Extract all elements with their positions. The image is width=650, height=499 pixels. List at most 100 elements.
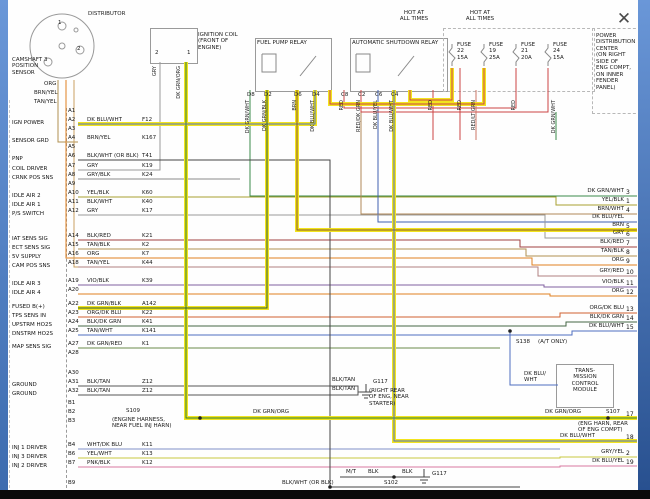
pcm-circuit-code: K167 xyxy=(142,135,156,141)
pcm-pin: B6 xyxy=(68,451,75,457)
brn-wht-row4 xyxy=(361,90,637,214)
hot-label: HOT AT ALL TIMES xyxy=(466,10,494,23)
pcm-wire-label: ORG xyxy=(87,251,99,257)
pcm-pin: A1 xyxy=(68,108,75,114)
pcm-circuit-code: K44 xyxy=(142,260,153,266)
pcm-circuit-code: K22 xyxy=(142,310,153,316)
relay-pin: D2 xyxy=(264,92,272,98)
pcm-pin: A4 xyxy=(68,135,75,141)
right-wire-label: ORG xyxy=(556,257,624,263)
right-wire-label: DK BLU/WHT xyxy=(556,323,624,329)
pcm-pin: A7 xyxy=(68,163,75,169)
pcm-pin: A27 xyxy=(68,341,79,347)
pcm-function-label: IDLE AIR 2 xyxy=(12,193,68,199)
pcm-function-label: INJ 2 DRIVER xyxy=(12,463,68,469)
right-wire-label: DK BLU/YEL xyxy=(556,214,624,220)
right-wire-label: BLK/RED xyxy=(556,239,624,245)
pcm-pin: A31 xyxy=(68,379,79,385)
pcm-pin: A30 xyxy=(68,370,79,376)
fuse-label: FUSE 19 25A xyxy=(489,42,503,61)
pcm-function-label: CAM POS SNS xyxy=(12,263,68,269)
pcm-function-label: DNSTRM HO2S xyxy=(12,331,68,337)
ground-label: G117 xyxy=(432,471,447,477)
pcm-circuit-code: A142 xyxy=(142,301,156,307)
splice-label: S102 xyxy=(384,480,398,486)
pcm-pin: A23 xyxy=(68,310,79,316)
pcm-function-label: INJ 1 DRIVER xyxy=(12,445,68,451)
riser-wire-label: DK GRN/BLK xyxy=(263,100,268,131)
wire-label: TAN/YEL xyxy=(34,99,57,105)
right-wire-label: VIO/BLK xyxy=(556,279,624,285)
relay-pin: C6 xyxy=(375,92,382,98)
pcm-pin: A2 xyxy=(68,117,75,123)
distributor-pin: 1 xyxy=(58,20,62,26)
right-pin-number: 13 xyxy=(626,306,634,313)
gry-row6 xyxy=(78,215,637,238)
pcm-circuit-code: K17 xyxy=(142,208,153,214)
pcm-wire-label: BLK/DK GRN xyxy=(87,319,121,325)
right-wire-label: DK BLU/YEL xyxy=(556,458,624,464)
right-pin-number: 9 xyxy=(626,258,630,265)
pcm-wire-label: DK GRN/RED xyxy=(87,341,122,347)
pcm-function-label: GROUND xyxy=(12,382,68,388)
pcm-pin: A14 xyxy=(68,233,79,239)
relay-pin: D4 xyxy=(312,92,320,98)
gnd-a31 xyxy=(78,386,358,392)
window-chrome-right[interactable] xyxy=(638,0,650,499)
org-dk-blu-row13 xyxy=(78,313,637,317)
pcm-function-label: IDLE AIR 3 xyxy=(12,281,68,287)
cam-sensor-label: CAMSHAFT POSITION SENSOR xyxy=(12,57,42,76)
pcm-wire-label: BLK/TAN xyxy=(87,388,110,394)
pcm-pin: A5 xyxy=(68,144,75,150)
blk-dk-grn-row14 xyxy=(78,322,637,326)
riser-wire-label: RED xyxy=(512,100,517,110)
right-pin-number: 5 xyxy=(626,223,630,230)
tcm-label: TRANS- MISSION CONTROL MODULE xyxy=(572,368,599,394)
pcm-function-label: INJ 3 DRIVER xyxy=(12,454,68,460)
pcm-pin: B4 xyxy=(68,442,75,448)
asd-relay-label: AUTOMATIC SHUTDOWN RELAY xyxy=(352,40,438,46)
pcm-wire-label: BRN/YEL xyxy=(87,135,110,141)
fuse19-core xyxy=(330,68,484,104)
pcm-wire-label: TAN/WHT xyxy=(87,328,113,334)
close-icon[interactable]: ✕ xyxy=(611,6,637,32)
pcm-circuit-code: K60 xyxy=(142,190,153,196)
pcm-function-label: IGN POWER xyxy=(12,120,68,126)
distributor-circle xyxy=(59,43,65,49)
fuse-symbol xyxy=(449,44,455,66)
pcm-pin: A11 xyxy=(68,199,79,205)
right-wire-label: GRY/YEL xyxy=(556,449,624,455)
right-wire-label: ORG xyxy=(556,288,624,294)
pcm-circuit-code: Z12 xyxy=(142,379,153,385)
pcm-circuit-code: K12 xyxy=(142,460,153,466)
right-pin-number: 14 xyxy=(626,315,634,322)
window-chrome-left xyxy=(0,0,8,499)
inj3 xyxy=(78,457,637,458)
right-pin-number: 18 xyxy=(626,434,634,441)
pcm-pin: A20 xyxy=(68,287,79,293)
wire-label: BLK/TAN xyxy=(332,386,355,392)
fuel-pump-relay-label: FUEL PUMP RELAY xyxy=(257,40,307,46)
pcm-wire-label: DK BLU/WHT xyxy=(87,117,122,123)
pcm-circuit-code: K1 xyxy=(142,341,149,347)
pcm-circuit-code: K41 xyxy=(142,319,153,325)
pcm-wire-label: PNK/BLK xyxy=(87,460,110,466)
wire-label: ORG xyxy=(44,81,56,87)
right-pin-number: 1 xyxy=(626,198,630,205)
relay-pin: C4 xyxy=(391,92,398,98)
pcm-wire-label: WHT/DK BLU xyxy=(87,442,122,448)
fuse-label: FUSE 24 15A xyxy=(553,42,567,61)
pcm-function-label: GROUND xyxy=(12,391,68,397)
wire-label: DK BLU/WHT xyxy=(560,433,595,439)
pcm-wire-label: BLK/WHT xyxy=(87,199,112,205)
pcm-wire-label: VIO/BLK xyxy=(87,278,109,284)
splice-dot xyxy=(606,416,610,420)
wire-label: BLK xyxy=(368,469,378,475)
pcm-function-label: UPSTRM HO2S xyxy=(12,322,68,328)
distributor-pin: 3 xyxy=(44,57,48,63)
pcm-pin: A10 xyxy=(68,190,79,196)
wire-label: BLK/TAN xyxy=(332,377,355,383)
riser-wire-label: RED/LT GRN xyxy=(472,100,477,130)
splice-label: S138 xyxy=(516,339,530,345)
pcm-pin: A12 xyxy=(68,208,79,214)
